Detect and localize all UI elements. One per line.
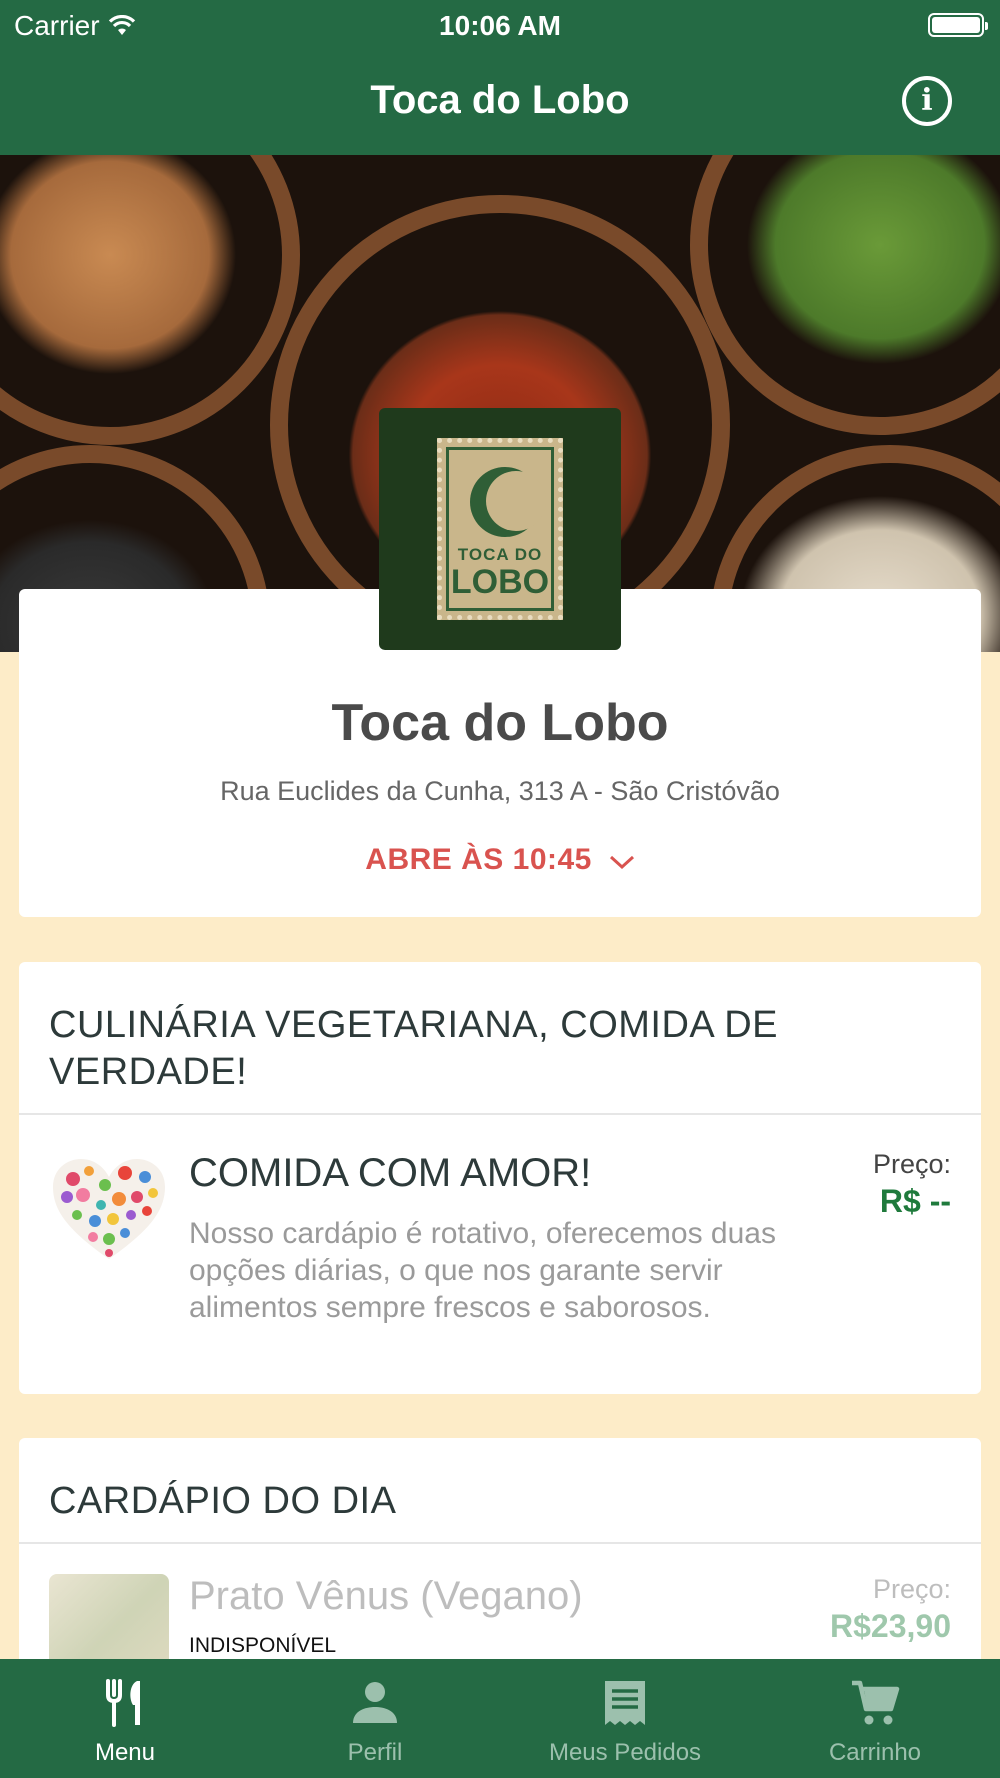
menu-item[interactable]: COMIDA COM AMOR! Nosso cardápio é rotati… — [19, 1115, 981, 1385]
section-title: CULINÁRIA VEGETARIANA, COMIDA DE VERDADE… — [19, 962, 981, 1115]
nav-title: Toca do Lobo — [370, 78, 630, 122]
status-bar: Carrier 10:06 AM — [0, 0, 1000, 50]
chevron-down-icon — [609, 844, 635, 878]
tab-menu[interactable]: Menu — [0, 1659, 250, 1778]
opening-hours-toggle[interactable]: ABRE ÀS 10:45 — [19, 843, 981, 878]
store-logo: TOCA DO LOBO — [379, 408, 621, 650]
tab-cart[interactable]: Carrinho — [750, 1659, 1000, 1778]
menu-item-description: Nosso cardápio é rotativo, oferecemos du… — [189, 1217, 776, 1324]
person-icon — [353, 1682, 397, 1723]
cart-icon — [852, 1680, 900, 1725]
logo-text-bottom: LOBO — [450, 563, 550, 601]
battery-icon — [928, 13, 988, 37]
availability-status: INDISPONÍVEL — [189, 1634, 337, 1657]
fork-knife-icon — [106, 1679, 140, 1727]
section-title: CARDÁPIO DO DIA — [19, 1438, 981, 1544]
store-name: Toca do Lobo — [331, 694, 669, 752]
opening-hours-label: ABRE ÀS 10:45 — [365, 843, 592, 876]
floral-heart-image — [49, 1151, 169, 1271]
top-bar: Carrier 10:06 AM Toca do Lobo i — [0, 0, 1000, 155]
tab-label: Perfil — [347, 1739, 403, 1766]
status-time: 10:06 AM — [439, 10, 561, 41]
menu-item-name: COMIDA COM AMOR! — [189, 1151, 592, 1195]
price-label: Preço: — [872, 1149, 951, 1179]
store-address: Rua Euclides da Cunha, 313 A - São Crist… — [220, 776, 780, 806]
wolf-moon-emblem — [470, 467, 546, 537]
receipt-icon — [605, 1681, 645, 1725]
tab-orders[interactable]: Meus Pedidos — [500, 1659, 750, 1778]
info-icon: i — [921, 83, 933, 118]
menu-item-price: R$ -- — [879, 1183, 951, 1219]
logo-text-top: TOCA DO — [457, 545, 543, 564]
menu-item-price: R$23,90 — [830, 1608, 951, 1644]
info-button[interactable]: i — [902, 76, 952, 126]
tab-profile[interactable]: Perfil — [250, 1659, 500, 1778]
tab-label: Menu — [94, 1739, 156, 1766]
tab-label: Meus Pedidos — [548, 1739, 702, 1766]
menu-section: CULINÁRIA VEGETARIANA, COMIDA DE VERDADE… — [19, 962, 981, 1394]
price-label: Preço: — [872, 1574, 951, 1604]
menu-item-name: Prato Vênus (Vegano) — [189, 1574, 583, 1618]
tab-label: Carrinho — [828, 1739, 922, 1766]
tab-bar: Menu Perfil Meus Pedidos Carrinho — [0, 1659, 1000, 1778]
